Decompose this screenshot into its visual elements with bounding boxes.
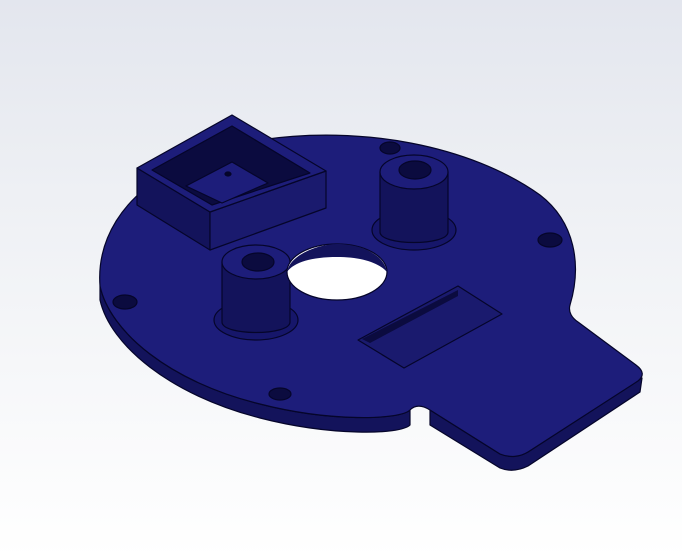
mounting-hole-left[interactable]: [112, 294, 138, 310]
mounting-hole-top[interactable]: [379, 141, 401, 155]
cad-part-model[interactable]: [0, 0, 682, 558]
mounting-hole-bottom[interactable]: [268, 387, 292, 401]
standoff-right-bore[interactable]: [398, 160, 432, 180]
square-box-small-hole: [224, 171, 232, 177]
standoff-left-bore[interactable]: [241, 252, 275, 272]
mounting-hole-right[interactable]: [537, 232, 563, 248]
cad-viewport[interactable]: [0, 0, 682, 558]
